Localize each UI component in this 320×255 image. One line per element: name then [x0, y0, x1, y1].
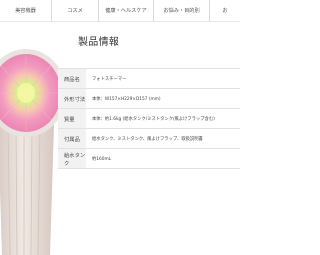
spec-row-dimensions: 外形寸法 本体：W157×H229×D157 (mm) [58, 88, 240, 109]
spec-label: 給水タンク [58, 148, 86, 169]
nav-item-concerns-purpose[interactable]: お悩み・目的別 [153, 0, 209, 21]
spec-label: 外形寸法 [58, 88, 86, 109]
product-image-steamer [0, 25, 66, 255]
top-navigation: 美容機器 コスメ 健康・ヘルスケア お悩み・目的別 お [0, 0, 240, 21]
nav-item-beauty-devices[interactable]: 美容機器 [0, 0, 51, 21]
page-title: 製品情報 [78, 37, 120, 48]
product-spec-table: 商品名 フォトスチーマー 外形寸法 本体：W157×H229×D157 (mm)… [58, 68, 240, 169]
nav-item-cosmetics[interactable]: コスメ [51, 0, 98, 21]
spec-label: 質量 [58, 108, 86, 129]
spec-row-accessories: 付属品 給水タンク、ミストタンク、風よけフラップ、取扱説明書 [58, 128, 240, 149]
nav-item-truncated[interactable]: お [209, 0, 240, 21]
spec-row-product-name: 商品名 フォトスチーマー [58, 68, 240, 89]
nav-item-health-care[interactable]: 健康・ヘルスケア [98, 0, 153, 21]
nav-divider [0, 21, 240, 22]
spec-value: 本体：W157×H229×D157 (mm) [86, 88, 240, 109]
spec-label: 付属品 [58, 128, 86, 149]
spec-value: 約160mL [86, 148, 240, 169]
spec-row-weight: 質量 本体：約1.6kg (給水タンク/ミストタンク/風よけフラップ含む) [58, 108, 240, 129]
spec-value: 本体：約1.6kg (給水タンク/ミストタンク/風よけフラップ含む) [86, 108, 240, 129]
spec-label: 商品名 [58, 68, 86, 89]
spec-value: フォトスチーマー [86, 68, 240, 89]
spec-value: 給水タンク、ミストタンク、風よけフラップ、取扱説明書 [86, 128, 240, 149]
spec-row-water-tank: 給水タンク 約160mL [58, 148, 240, 169]
